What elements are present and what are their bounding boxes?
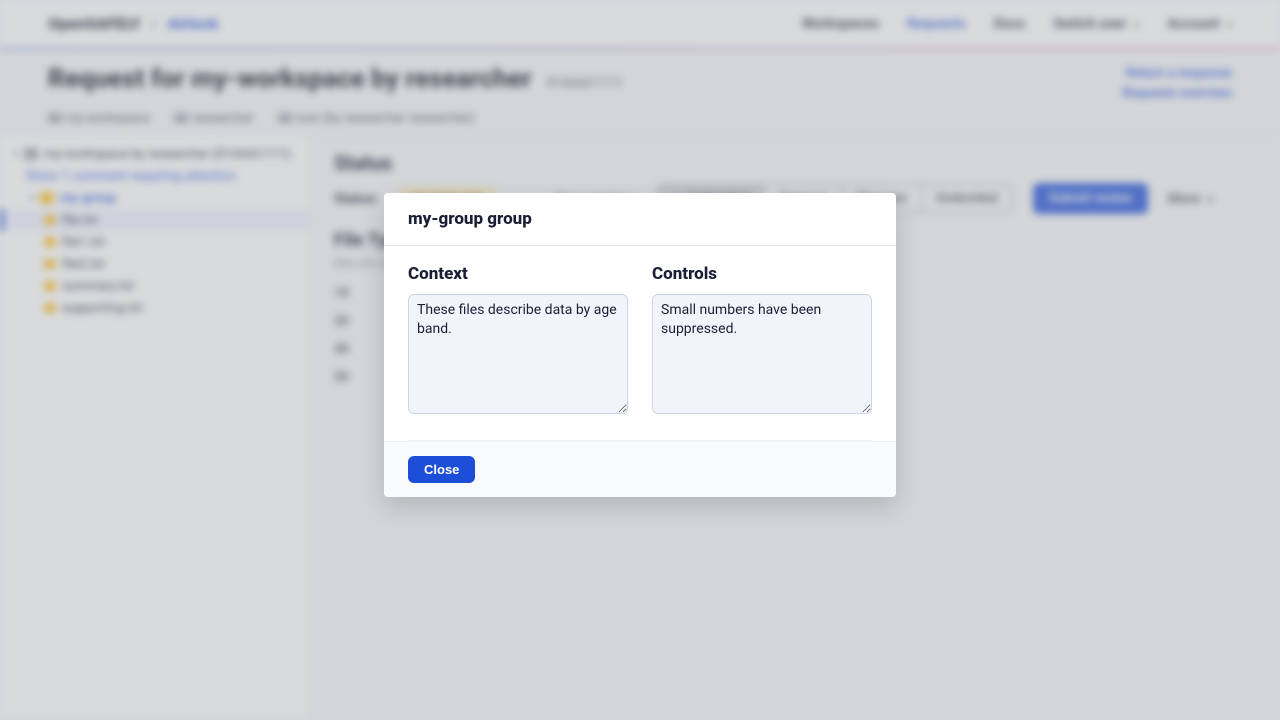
group-context-modal: my-group group Context Controls Close — [384, 193, 896, 497]
modal-body: Context Controls — [384, 245, 896, 440]
modal-footer: Close — [384, 441, 896, 497]
modal-title: my-group group — [408, 209, 872, 229]
context-textarea[interactable] — [408, 294, 628, 414]
controls-heading: Controls — [652, 264, 872, 284]
context-column: Context — [408, 264, 628, 418]
context-heading: Context — [408, 264, 628, 284]
close-button[interactable]: Close — [408, 456, 475, 483]
controls-column: Controls — [652, 264, 872, 418]
modal-header: my-group group — [384, 193, 896, 245]
controls-textarea[interactable] — [652, 294, 872, 414]
